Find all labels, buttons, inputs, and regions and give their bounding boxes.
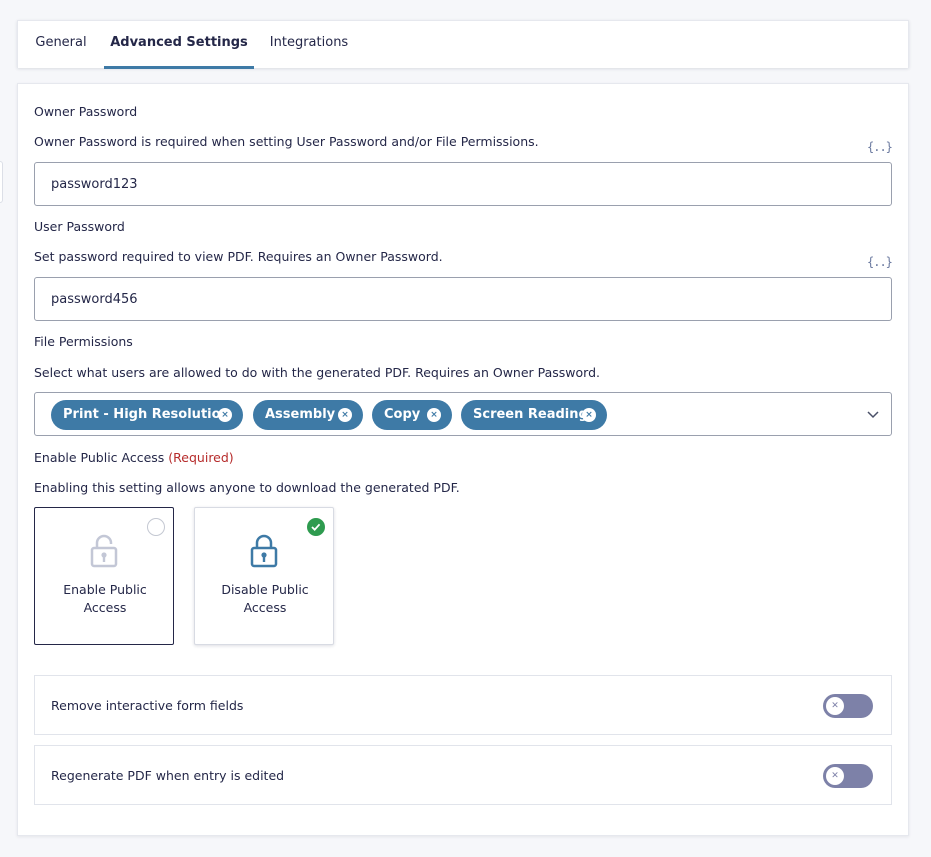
public-access-label: Enable Public Access (Required): [34, 450, 234, 465]
permission-chip-label: Assembly: [265, 407, 336, 422]
required-indicator: (Required): [168, 450, 234, 465]
regenerate-pdf-label: Regenerate PDF when entry is edited: [51, 768, 285, 783]
remove-chip-icon[interactable]: ×: [427, 408, 441, 422]
permission-chip: Copy ×: [372, 400, 452, 430]
chevron-down-icon[interactable]: [867, 408, 879, 420]
tab-general[interactable]: General: [18, 21, 104, 69]
sidebar-edge: [0, 161, 3, 203]
regenerate-pdf-row: Regenerate PDF when entry is edited ✕: [34, 745, 892, 805]
owner-password-merge-tag-icon[interactable]: {..}: [867, 140, 893, 154]
tab-integrations[interactable]: Integrations: [254, 21, 364, 69]
remove-chip-icon[interactable]: ×: [338, 408, 352, 422]
public-access-description: Enabling this setting allows anyone to d…: [34, 480, 460, 495]
regenerate-pdf-toggle[interactable]: ✕: [823, 764, 873, 788]
toggle-off-icon: ✕: [826, 697, 844, 715]
permission-chip: Screen Reading ×: [461, 400, 607, 430]
owner-password-input[interactable]: [34, 162, 892, 206]
enable-public-access-label: Enable Public Access: [63, 582, 147, 615]
unlocked-padlock-icon: [90, 534, 118, 568]
remove-form-fields-label: Remove interactive form fields: [51, 698, 244, 713]
permission-chip-label: Print - High Resolution: [63, 407, 230, 422]
user-password-label: User Password: [34, 219, 125, 234]
file-permissions-label: File Permissions: [34, 334, 133, 349]
permission-chip-label: Screen Reading: [473, 407, 588, 422]
user-password-description: Set password required to view PDF. Requi…: [34, 249, 443, 264]
permission-chip-label: Copy: [384, 407, 421, 422]
locked-padlock-icon: [250, 534, 278, 568]
disable-public-access-option[interactable]: Disable Public Access: [194, 507, 334, 645]
remove-form-fields-row: Remove interactive form fields ✕: [34, 675, 892, 735]
permission-chip: Print - High Resolution ×: [51, 400, 243, 430]
remove-chip-icon[interactable]: ×: [218, 408, 232, 422]
file-permissions-select[interactable]: Print - High Resolution × Assembly × Cop…: [34, 392, 892, 436]
owner-password-description: Owner Password is required when setting …: [34, 134, 539, 149]
owner-password-label: Owner Password: [34, 104, 138, 119]
file-permissions-description: Select what users are allowed to do with…: [34, 365, 601, 380]
user-password-merge-tag-icon[interactable]: {..}: [867, 255, 893, 269]
permission-chip: Assembly ×: [253, 400, 363, 430]
radio-unchecked[interactable]: [147, 518, 165, 536]
disable-public-access-label: Disable Public Access: [221, 582, 309, 615]
user-password-input[interactable]: [34, 277, 892, 321]
toggle-off-icon: ✕: [826, 767, 844, 785]
radio-checked[interactable]: [307, 518, 325, 536]
enable-public-access-option[interactable]: Enable Public Access: [34, 507, 174, 645]
advanced-settings-panel: Owner Password Owner Password is require…: [17, 83, 909, 836]
remove-chip-icon[interactable]: ×: [582, 408, 596, 422]
settings-tabs: General Advanced Settings Integrations: [17, 20, 909, 69]
remove-form-fields-toggle[interactable]: ✕: [823, 694, 873, 718]
checkmark-icon: [311, 523, 321, 531]
tab-advanced-settings[interactable]: Advanced Settings: [104, 21, 254, 69]
